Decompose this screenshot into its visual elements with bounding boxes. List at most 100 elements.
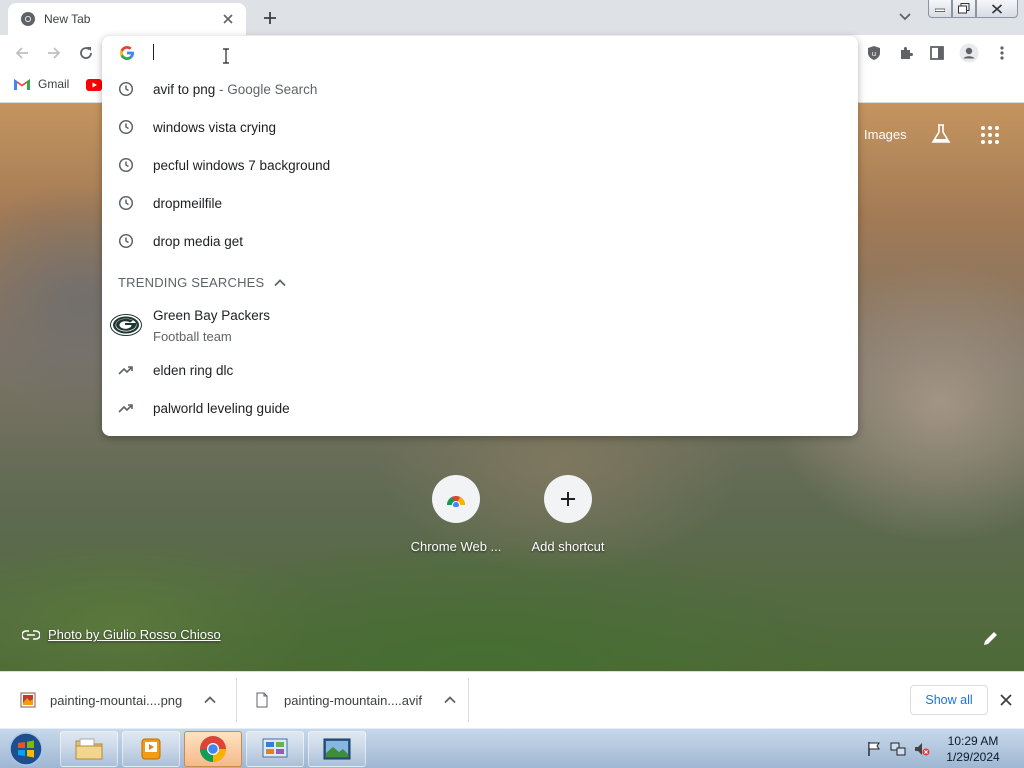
google-g-icon <box>120 46 134 60</box>
chrome-web-store-icon <box>447 496 465 507</box>
forward-button[interactable] <box>42 41 66 65</box>
tab-strip: New Tab <box>0 0 1024 35</box>
taskbar-chrome-button[interactable] <box>184 731 242 767</box>
close-icon[interactable] <box>998 692 1014 708</box>
suggestion-text: windows vista crying <box>153 119 277 135</box>
side-panel-icon[interactable] <box>926 42 948 64</box>
window-close-button[interactable] <box>976 0 1018 18</box>
shortcut-icon-circle <box>432 475 480 523</box>
blank-file-icon <box>256 692 268 708</box>
history-clock-icon <box>118 119 134 135</box>
volume-muted-icon[interactable] <box>914 741 930 757</box>
image-file-icon <box>20 692 36 708</box>
taskbar-photo-viewer-button[interactable] <box>308 731 366 767</box>
window-minimize-button[interactable] <box>928 0 952 18</box>
close-icon <box>991 3 1003 14</box>
trending-arrow-icon <box>118 366 133 375</box>
shortcut-chrome-web-store[interactable]: Chrome Web ... <box>401 475 511 554</box>
trending-header-label: TRENDING SEARCHES <box>118 275 265 290</box>
clock-time: 10:29 AM <box>947 734 999 748</box>
download-filename: painting-mountai....png <box>50 692 183 708</box>
plus-icon <box>561 492 575 506</box>
text-caret <box>153 44 154 60</box>
customize-pencil-icon[interactable] <box>982 629 1000 647</box>
taskbar-media-player-button[interactable] <box>122 731 180 767</box>
suggestion-suffix: - Google Search <box>215 81 318 97</box>
trending-item[interactable]: palworld leveling guide <box>102 389 858 427</box>
suggestion-item[interactable]: avif to png - Google Search <box>102 70 858 108</box>
green-bay-packers-logo <box>110 314 142 336</box>
ublock-extension-icon[interactable]: u <box>863 42 885 64</box>
new-tab-button[interactable] <box>259 7 281 29</box>
shortcut-label: Chrome Web ... <box>410 539 502 554</box>
suggestion-item[interactable]: drop media get <box>102 222 858 260</box>
suggestion-text: pecful windows 7 background <box>153 157 331 173</box>
shortcut-icon-circle <box>544 475 592 523</box>
history-clock-icon <box>118 157 134 173</box>
arrow-right-icon <box>48 47 61 59</box>
download-item[interactable]: painting-mountai....png <box>20 672 216 728</box>
tab-title: New Tab <box>44 12 91 26</box>
chevron-up-icon[interactable] <box>444 694 456 706</box>
download-divider <box>236 678 237 722</box>
chrome-favicon-icon <box>21 12 35 26</box>
taskbar-control-panel-button[interactable] <box>246 731 304 767</box>
shortcut-label: Add shortcut <box>531 539 605 554</box>
photo-attribution[interactable]: Photo by Giulio Rosso Chioso <box>22 627 221 642</box>
youtube-icon <box>86 79 102 91</box>
back-button[interactable] <box>10 41 34 65</box>
download-shelf: painting-mountai....png painting-mountai… <box>0 671 1024 728</box>
trending-item[interactable]: elden ring dlc <box>102 351 858 389</box>
svg-text:u: u <box>872 50 876 58</box>
windows-start-orb-icon[interactable] <box>6 731 46 767</box>
tab-close-icon[interactable] <box>220 11 236 27</box>
trending-text: palworld leveling guide <box>153 400 290 416</box>
action-center-flag-icon[interactable] <box>866 741 882 757</box>
trending-title: Green Bay Packers <box>153 308 271 323</box>
attribution-link[interactable]: Photo by Giulio Rosso Chioso <box>48 627 221 642</box>
history-clock-icon <box>118 195 134 211</box>
gmail-icon <box>14 79 30 90</box>
history-clock-icon <box>118 233 134 249</box>
suggestion-item[interactable]: windows vista crying <box>102 108 858 146</box>
trending-searches-header[interactable]: TRENDING SEARCHES <box>118 275 287 290</box>
taskbar-clock[interactable]: 10:29 AM 1/29/2024 <box>938 733 1008 765</box>
suggestion-item[interactable]: pecful windows 7 background <box>102 146 858 184</box>
trending-text: elden ring dlc <box>153 362 234 378</box>
arrow-left-icon <box>15 47 28 59</box>
omnibox-input[interactable] <box>152 40 752 64</box>
windows-taskbar: 10:29 AM 1/29/2024 <box>0 728 1024 768</box>
suggestion-text: avif to png - Google Search <box>153 81 318 97</box>
images-link[interactable]: Images <box>864 127 907 142</box>
extensions-puzzle-icon[interactable] <box>895 42 917 64</box>
download-filename: painting-mountain....avif <box>284 692 423 708</box>
chevron-up-icon[interactable] <box>274 277 287 289</box>
trending-item-rich[interactable]: Green Bay Packers Football team <box>102 300 858 348</box>
window-restore-button[interactable] <box>952 0 976 18</box>
link-icon <box>22 629 40 640</box>
folder-icon <box>75 738 103 760</box>
tab-search-button[interactable] <box>895 8 915 26</box>
tab-new-tab[interactable]: New Tab <box>8 3 246 35</box>
reload-icon <box>80 47 92 59</box>
suggestion-item[interactable]: dropmeilfile <box>102 184 858 222</box>
chevron-up-icon[interactable] <box>204 694 216 706</box>
profile-avatar-icon[interactable] <box>958 42 980 64</box>
plus-icon <box>264 12 276 24</box>
reload-button[interactable] <box>74 41 98 65</box>
trending-subtitle: Football team <box>153 329 232 344</box>
restore-icon <box>958 3 970 14</box>
google-apps-grid-icon[interactable] <box>979 124 1001 146</box>
download-item[interactable]: painting-mountain....avif <box>254 672 456 728</box>
bookmark-gmail[interactable]: Gmail <box>14 77 69 91</box>
bookmark-label: Gmail <box>38 77 70 91</box>
taskbar-explorer-button[interactable] <box>60 731 118 767</box>
labs-flask-icon[interactable] <box>930 123 952 145</box>
chrome-icon <box>199 736 227 763</box>
show-all-button[interactable]: Show all <box>910 685 988 715</box>
network-icon[interactable] <box>890 741 906 757</box>
menu-kebab-icon[interactable] <box>991 42 1013 64</box>
media-player-icon <box>141 738 161 760</box>
shortcut-add[interactable]: Add shortcut <box>513 475 623 554</box>
minimize-icon <box>935 8 945 12</box>
